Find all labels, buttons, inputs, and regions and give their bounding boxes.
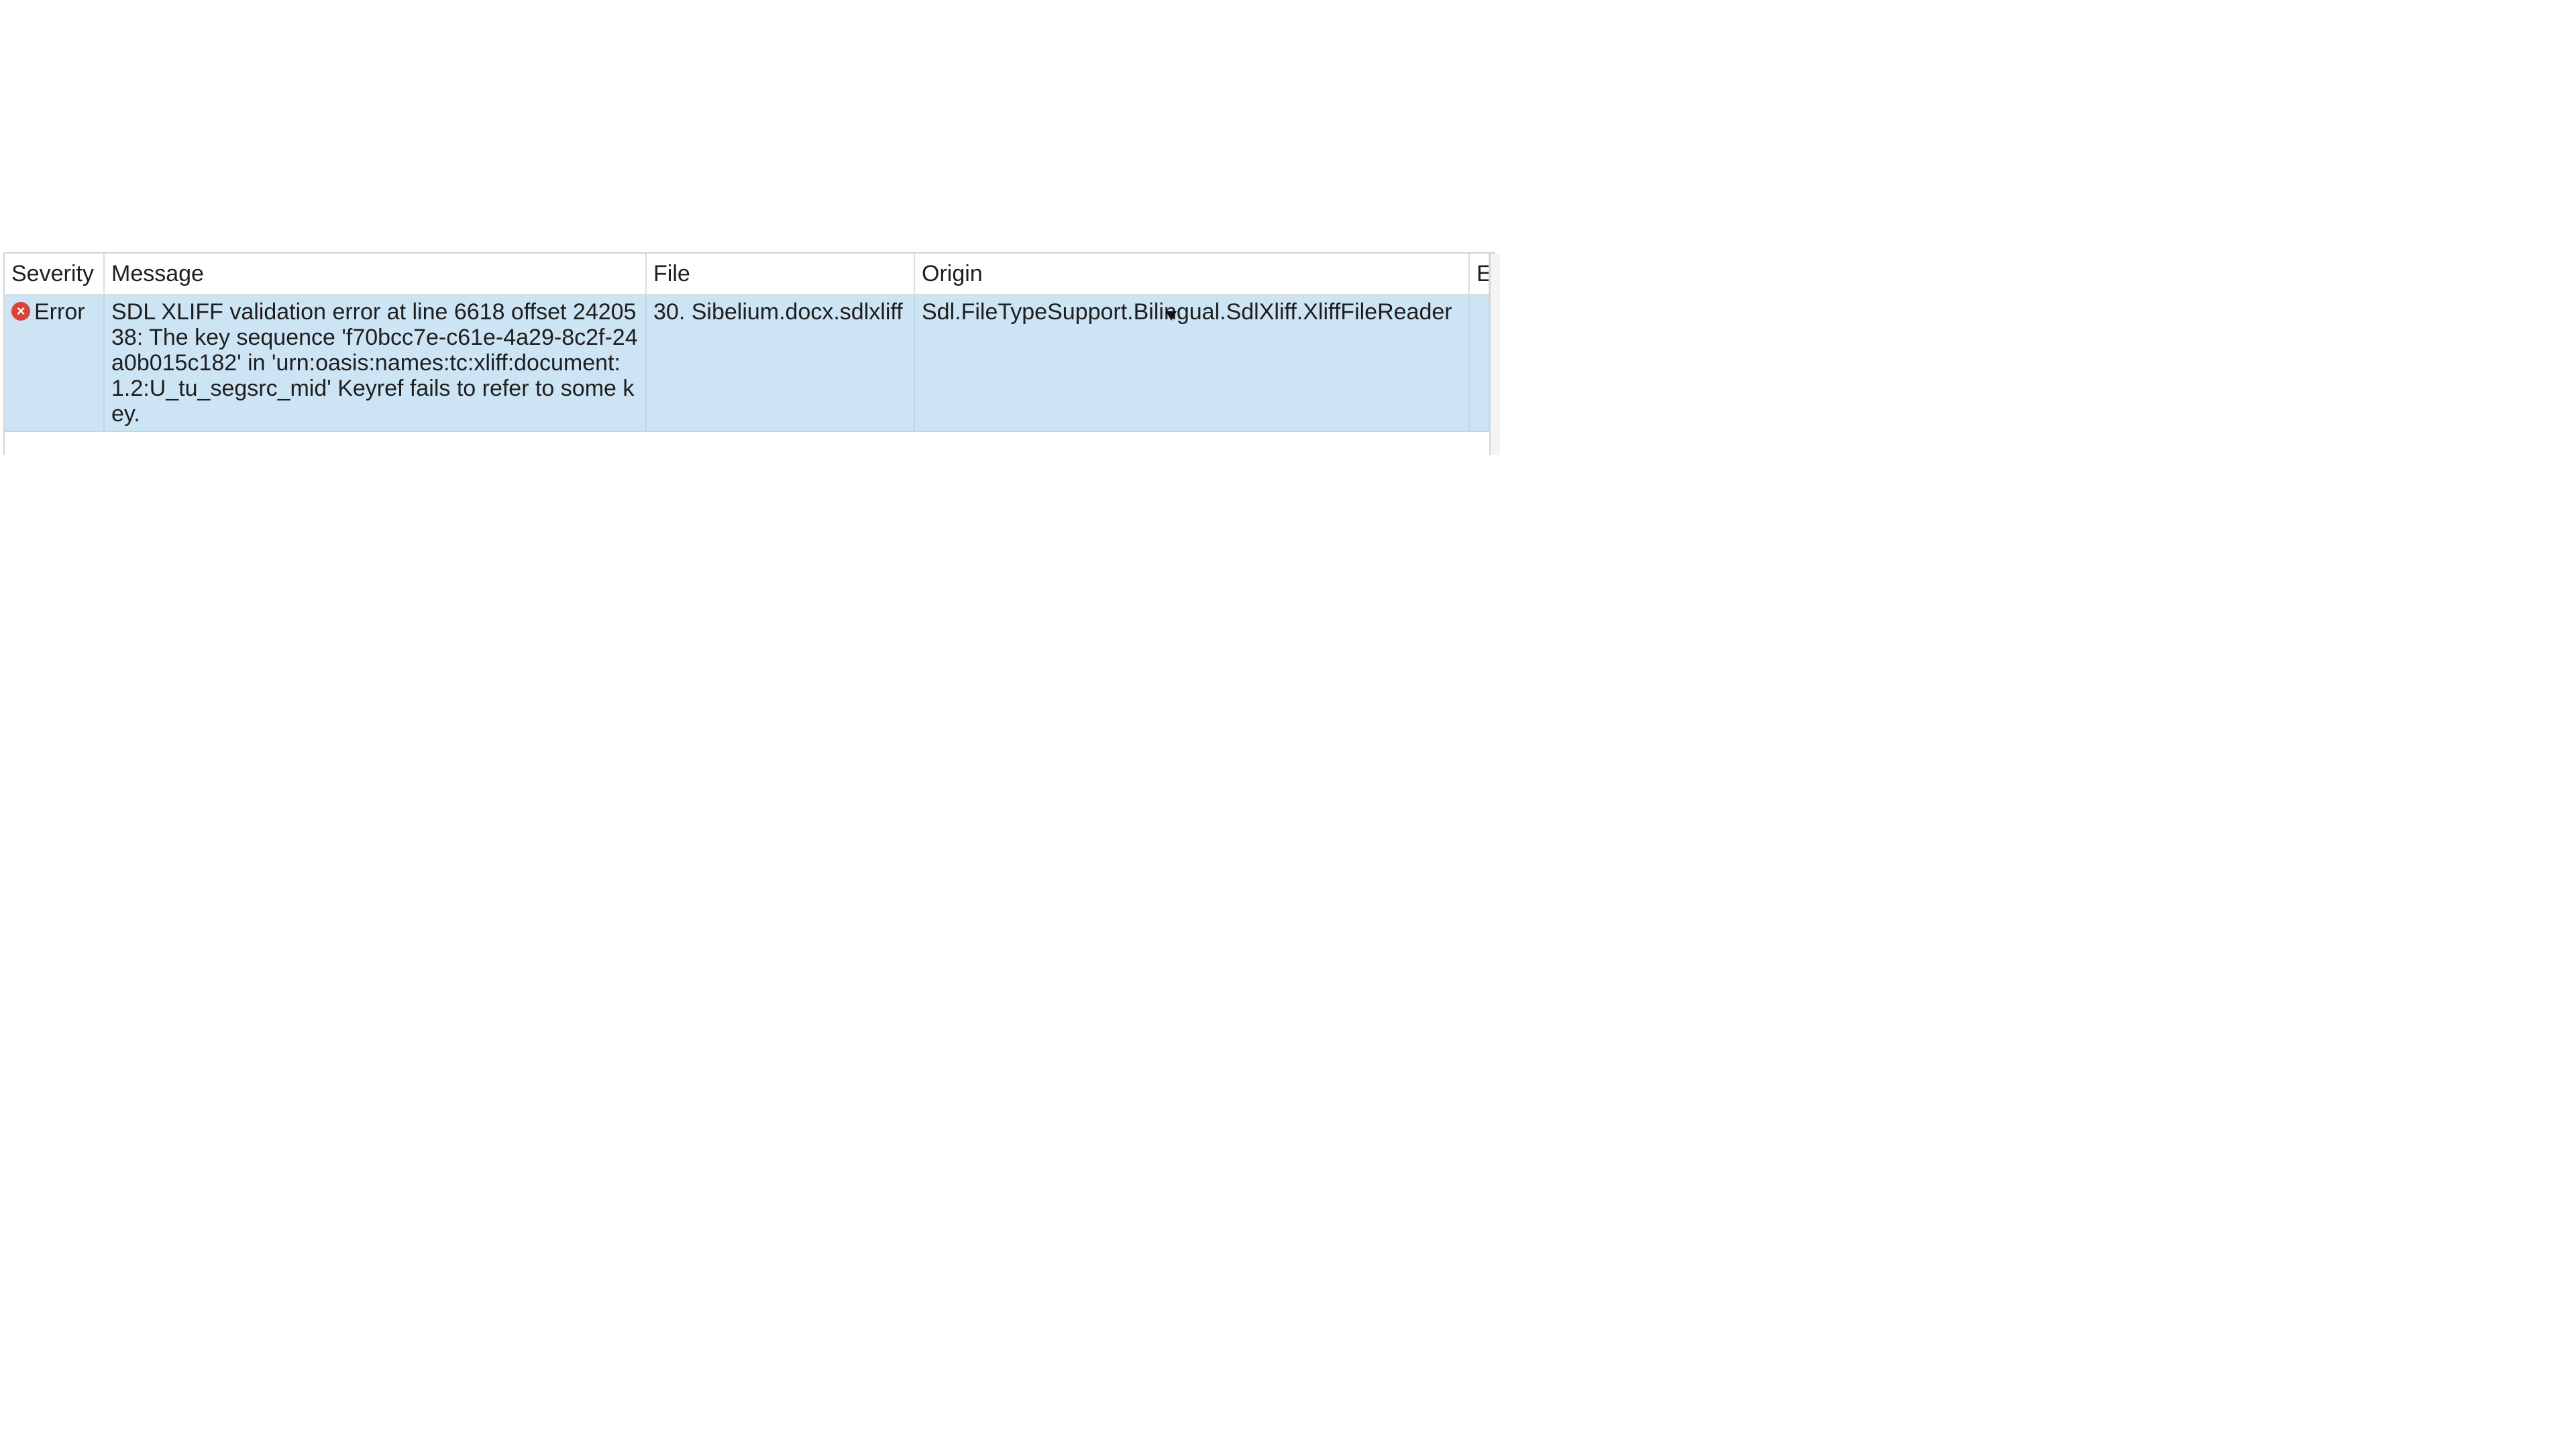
cell-origin: Sdl.FileTypeSupport.Bilingual.SdlXliff.X… — [914, 294, 1470, 432]
error-icon: × — [11, 302, 30, 321]
table-header-row: Severity Message File Origin E — [5, 254, 1490, 295]
table-row[interactable]: × Error SDL XLIFF validation error at li… — [5, 294, 1490, 432]
severity-text: Error — [34, 299, 85, 325]
column-header-severity[interactable]: Severity — [5, 254, 105, 295]
cell-file: 30. Sibelium.docx.sdlxliff — [646, 294, 915, 432]
messages-table: Severity Message File Origin E × Error S… — [5, 254, 1490, 432]
column-header-origin[interactable]: Origin — [914, 254, 1470, 295]
cell-extra — [1469, 294, 1490, 432]
cell-message: SDL XLIFF validation error at line 6618 … — [104, 294, 647, 432]
column-header-message[interactable]: Message — [104, 254, 647, 295]
column-header-extra[interactable]: E — [1469, 254, 1490, 295]
cell-severity: × Error — [5, 294, 105, 432]
mouse-cursor-icon — [1166, 311, 1177, 321]
column-header-file[interactable]: File — [646, 254, 915, 295]
messages-panel: Severity Message File Origin E × Error S… — [3, 252, 1500, 455]
vertical-scrollbar[interactable] — [1489, 254, 1500, 455]
